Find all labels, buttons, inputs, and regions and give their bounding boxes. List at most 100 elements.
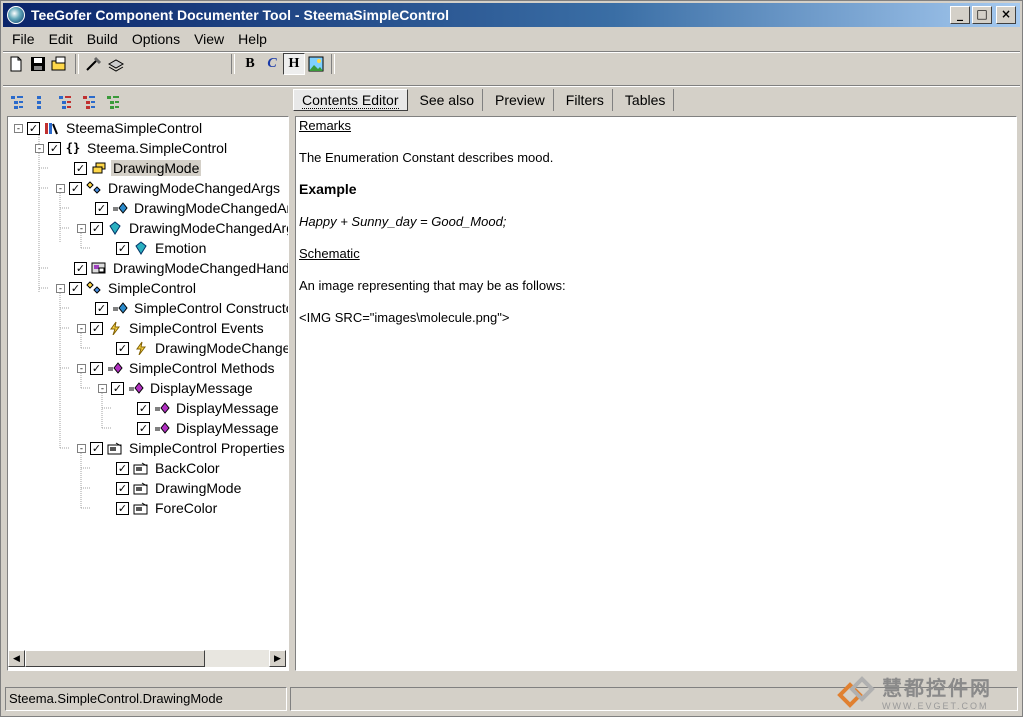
- tree-node-checkbox[interactable]: ✓: [95, 301, 108, 315]
- tree-collapse-toggle[interactable]: -: [14, 123, 23, 133]
- tree-node[interactable]: - ✓ DrawingModeChangedArgs Fields: [77, 218, 288, 238]
- tree-node-checkbox[interactable]: ✓: [69, 281, 82, 295]
- tree-node[interactable]: ✓ BackColor: [116, 458, 222, 478]
- layers-button[interactable]: [105, 53, 127, 75]
- tree-node[interactable]: ✓ DrawingModeChanged: [116, 338, 288, 358]
- tree-node-checkbox[interactable]: ✓: [116, 241, 129, 255]
- tree-node[interactable]: ✓ DisplayMessage: [137, 418, 281, 438]
- tree-node-label: DisplayMessage: [176, 400, 279, 416]
- tree-node-checkbox[interactable]: ✓: [137, 401, 150, 415]
- bold-button[interactable]: B: [239, 53, 261, 75]
- tree-node-checkbox[interactable]: ✓: [116, 341, 129, 355]
- scroll-right-button[interactable]: ▶: [269, 650, 286, 667]
- menu-view[interactable]: View: [187, 30, 231, 50]
- delegate-icon: [91, 260, 107, 276]
- tree-node[interactable]: ✓ DrawingMode: [116, 478, 243, 498]
- tree-node[interactable]: - ✓ {} Steema.SimpleControl: [35, 138, 229, 158]
- namespace-icon: {}: [65, 141, 81, 155]
- tree-filter-button[interactable]: [103, 93, 123, 111]
- heading-icon: H: [288, 56, 300, 71]
- tree-node-checkbox[interactable]: ✓: [90, 321, 103, 335]
- save-button[interactable]: [27, 53, 49, 75]
- minimize-button[interactable]: _: [950, 6, 970, 24]
- field-icon: [133, 240, 149, 256]
- tree-node[interactable]: ✓ DrawingMode: [74, 158, 202, 178]
- tree-collapse-toggle[interactable]: -: [77, 223, 86, 233]
- tree-node[interactable]: ✓ ForeColor: [116, 498, 219, 518]
- tree-node[interactable]: - ✓ SimpleControl: [56, 278, 198, 298]
- tree-collapse-toggle[interactable]: -: [77, 363, 86, 373]
- italic-button[interactable]: C: [261, 53, 283, 75]
- tree-collapse-toggle[interactable]: -: [77, 443, 86, 453]
- panel-splitter[interactable]: [289, 89, 292, 669]
- tree-uncheck-button[interactable]: [79, 93, 99, 111]
- tree-collapse-toggle[interactable]: -: [56, 283, 65, 293]
- tree-node-checkbox[interactable]: ✓: [95, 201, 108, 215]
- tree-horizontal-scrollbar[interactable]: ◀ ▶: [8, 650, 286, 667]
- tree-collapse-toggle[interactable]: -: [98, 383, 107, 393]
- field-icon: [107, 220, 123, 236]
- tree-node-checkbox[interactable]: ✓: [74, 261, 87, 275]
- tree-node[interactable]: - ✓ DrawingModeChangedArgs: [56, 178, 282, 198]
- tree-node[interactable]: ✓ SimpleControl Constructor: [95, 298, 288, 318]
- tree-collapse-toggle[interactable]: -: [35, 143, 44, 153]
- menu-help[interactable]: Help: [231, 30, 274, 50]
- tree-node-checkbox[interactable]: ✓: [116, 481, 129, 495]
- menu-options[interactable]: Options: [125, 30, 187, 50]
- schematic-heading: Schematic: [299, 246, 360, 261]
- tree-node[interactable]: - ✓ SimpleControl Properties: [77, 438, 287, 458]
- contents-editor[interactable]: Remarks The Enumeration Constant describ…: [295, 116, 1017, 671]
- tree-node-label: Steema.SimpleControl: [87, 140, 228, 156]
- tree-node-checkbox[interactable]: ✓: [111, 381, 124, 395]
- insert-image-button[interactable]: [305, 53, 327, 75]
- tree-node[interactable]: - ✓ DisplayMessage: [98, 378, 255, 398]
- tree-collapse-toggle[interactable]: -: [77, 323, 86, 333]
- event-icon: [133, 340, 149, 356]
- tab-see-also[interactable]: See also: [412, 89, 483, 111]
- tree-node[interactable]: ✓ DrawingModeChangedArgs Constructor: [95, 198, 288, 218]
- tree-collapse-button[interactable]: [31, 93, 51, 111]
- tree-node-checkbox[interactable]: ✓: [90, 361, 103, 375]
- tree-node-checkbox[interactable]: ✓: [74, 161, 87, 175]
- image-icon: [308, 56, 324, 72]
- tree-expand-all-button[interactable]: [7, 93, 27, 111]
- component-tree[interactable]: - ✓ SteemaSimpleControl - ✓ {} Steema.Si…: [7, 116, 289, 671]
- tree-node[interactable]: - ✓ SteemaSimpleControl: [14, 118, 204, 138]
- tab-filters[interactable]: Filters: [558, 89, 613, 111]
- build-button[interactable]: [83, 53, 105, 75]
- tree-node-checkbox[interactable]: ✓: [69, 181, 82, 195]
- title-bar[interactable]: TeeGofer Component Documenter Tool - Ste…: [3, 3, 1020, 27]
- tree-node-checkbox[interactable]: ✓: [116, 501, 129, 515]
- tree-node-checkbox[interactable]: ✓: [116, 461, 129, 475]
- tree-node-checkbox[interactable]: ✓: [27, 121, 40, 135]
- open-project-button[interactable]: [49, 53, 71, 75]
- tab-contents-editor[interactable]: Contents Editor: [293, 89, 408, 111]
- tree-node[interactable]: ✓ Emotion: [116, 238, 208, 258]
- tree-node[interactable]: ✓ DrawingModeChangedHandler: [74, 258, 288, 278]
- tools-icon: [86, 56, 102, 71]
- menu-build[interactable]: Build: [80, 30, 125, 50]
- tree-node-checkbox[interactable]: ✓: [90, 441, 103, 455]
- new-file-button[interactable]: [5, 53, 27, 75]
- tree-node-checkbox[interactable]: ✓: [48, 141, 61, 155]
- tree-node[interactable]: - ✓ SimpleControl Methods: [77, 358, 277, 378]
- maximize-button[interactable]: □: [972, 6, 992, 24]
- scroll-thumb[interactable]: [25, 650, 205, 667]
- tree-node[interactable]: ✓ DisplayMessage: [137, 398, 281, 418]
- tab-preview[interactable]: Preview: [487, 89, 554, 111]
- tab-tables[interactable]: Tables: [617, 89, 675, 111]
- tree-check-all-button[interactable]: [55, 93, 75, 111]
- tree-node[interactable]: - ✓ SimpleControl Events: [77, 318, 266, 338]
- scroll-left-button[interactable]: ◀: [8, 650, 25, 667]
- heading-button[interactable]: H: [283, 53, 305, 75]
- tree-expand-icon: [11, 96, 23, 109]
- tree-collapse-toggle[interactable]: -: [56, 183, 65, 193]
- tab-label: Contents Editor: [302, 92, 399, 109]
- close-button[interactable]: ×: [996, 6, 1016, 24]
- status-path: Steema.SimpleControl.DrawingMode: [5, 687, 287, 711]
- tree-node-checkbox[interactable]: ✓: [90, 221, 103, 235]
- tree-node-label: SimpleControl Methods: [129, 360, 275, 376]
- menu-edit[interactable]: Edit: [42, 30, 80, 50]
- tree-node-checkbox[interactable]: ✓: [137, 421, 150, 435]
- menu-file[interactable]: File: [5, 30, 42, 50]
